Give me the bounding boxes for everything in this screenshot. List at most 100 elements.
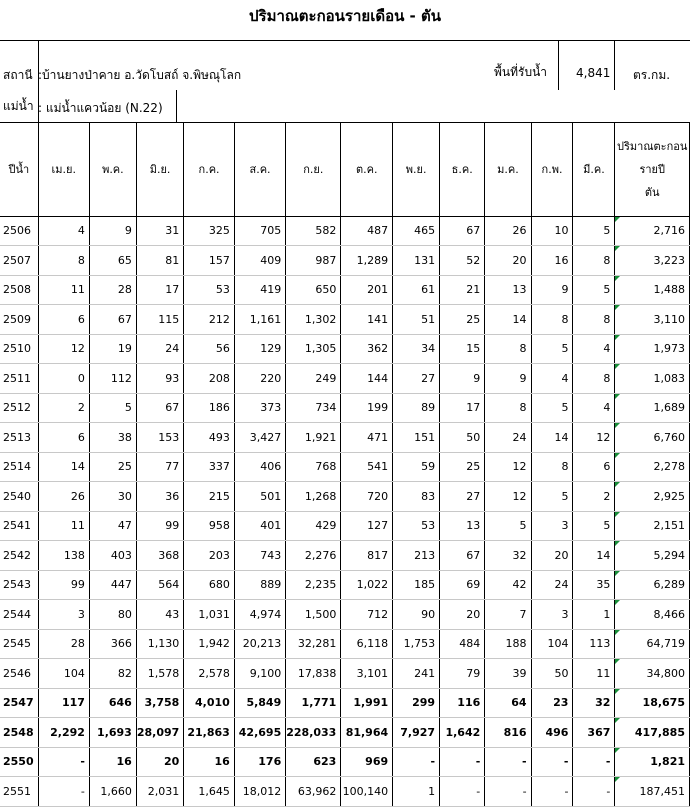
month-value-cell: 2,578 (183, 658, 235, 689)
month-value-cell: 471 (340, 422, 394, 453)
month-header: มี.ค. (572, 123, 616, 217)
month-value-cell: - (392, 747, 441, 777)
cell-note-marker-icon (615, 305, 621, 310)
month-value-cell: 104 (531, 629, 574, 659)
annual-total-cell: 2,151 (614, 511, 690, 541)
month-value-cell: 9 (439, 363, 486, 394)
year-cell: 2544 (0, 599, 39, 630)
month-value-cell: 2,292 (38, 717, 90, 748)
month-value-cell: 23 (531, 688, 574, 718)
month-value-cell: 564 (136, 570, 185, 600)
month-value-cell: 493 (183, 422, 235, 453)
month-value-cell: 6,118 (340, 629, 394, 659)
month-header: เม.ย. (38, 123, 90, 217)
month-value-cell: 203 (183, 540, 235, 571)
annual-total-cell: 1,973 (614, 334, 690, 364)
month-value-cell: 31 (136, 216, 185, 246)
cell-note-marker-icon (615, 541, 621, 546)
month-value-cell: 368 (136, 540, 185, 571)
year-cell: 2510 (0, 334, 39, 364)
month-value-cell: 14 (484, 304, 532, 335)
month-value-cell: 650 (285, 275, 342, 305)
year-cell: 2511 (0, 363, 39, 394)
month-value-cell: 32 (484, 540, 532, 571)
annual-total-cell: 417,885 (614, 717, 690, 748)
month-value-cell: 42,695 (234, 717, 287, 748)
cell-note-marker-icon (615, 393, 621, 399)
month-value-cell: 15 (439, 334, 486, 364)
month-value-cell: 35 (572, 570, 616, 600)
month-value-cell: 34 (392, 334, 441, 364)
month-value-cell: 32,281 (285, 629, 342, 659)
month-value-cell: 50 (531, 658, 574, 689)
month-value-cell: 8 (531, 452, 574, 482)
month-value-cell: 0 (38, 363, 90, 394)
month-value-cell: 3 (531, 599, 574, 630)
year-cell: 2551 (0, 776, 39, 807)
table-row: 2513 6 38 153 493 3,427 1,921 471 151 50 24 14 12 6,7… (0, 422, 690, 453)
month-value-cell: 487 (340, 216, 394, 246)
month-value-cell: 115 (136, 304, 185, 335)
month-value-cell: 64 (484, 688, 532, 718)
month-value-cell: 24 (531, 570, 574, 600)
month-value-cell: 56 (183, 334, 235, 364)
month-value-cell: 16 (89, 747, 137, 777)
month-value-cell: 6 (38, 422, 90, 453)
year-cell: 2547 (0, 688, 39, 718)
year-cell: 2548 (0, 717, 39, 748)
annual-header-line: ตัน (644, 185, 660, 199)
month-value-cell: 11 (38, 275, 90, 305)
month-value-cell: 9,100 (234, 658, 287, 689)
month-value-cell: 1,660 (89, 776, 137, 807)
month-value-cell: 11 (38, 511, 90, 541)
month-value-cell: 100,140 (340, 776, 394, 807)
month-value-cell: 14 (38, 452, 90, 482)
month-value-cell: 18,012 (234, 776, 287, 807)
month-value-cell: 157 (183, 245, 235, 276)
annual-total-value: 1,488 (653, 283, 686, 297)
month-value-cell: 59 (392, 452, 441, 482)
month-value-cell: 50 (439, 422, 486, 453)
month-value-cell: 3,758 (136, 688, 185, 718)
month-value-cell: 447 (89, 570, 137, 600)
annual-total-cell: 3,223 (614, 245, 690, 276)
table-row: 2545 28 366 1,130 1,942 20,213 32,281 6,118 1,75… (0, 629, 690, 659)
cell-note-marker-icon (615, 511, 621, 517)
month-value-cell: 9 (531, 275, 574, 305)
annual-total-cell: 1,083 (614, 363, 690, 394)
month-value-cell: 16 (183, 747, 235, 777)
month-header: ก.ค. (183, 123, 235, 217)
month-value-cell: 889 (234, 570, 287, 600)
month-value-cell: 39 (484, 658, 532, 689)
station-label: สถานี (3, 68, 33, 82)
month-value-cell: 199 (340, 393, 394, 423)
cell-note-marker-icon (615, 423, 621, 428)
month-value-cell: 1,302 (285, 304, 342, 335)
month-header: ธ.ค. (439, 123, 486, 217)
month-value-cell: - (484, 776, 532, 807)
month-value-cell: 14 (531, 422, 574, 453)
annual-total-value: 2,716 (653, 224, 686, 238)
month-value-cell: 8 (38, 245, 90, 276)
month-value-cell: 12 (484, 481, 532, 512)
annual-header-line: ปริมาณตะกอน (617, 139, 688, 153)
month-value-cell: 17,838 (285, 658, 342, 689)
month-value-cell: 403 (89, 540, 137, 571)
year-cell: 2508 (0, 275, 39, 305)
annual-total-value: 1,689 (653, 401, 686, 415)
month-value-cell: 51 (392, 304, 441, 335)
month-value-cell: 127 (340, 511, 394, 541)
table-row: 2546 104 82 1,578 2,578 9,100 17,838 3,101 241 79… (0, 658, 690, 689)
annual-total-value: 3,223 (653, 253, 686, 267)
annual-total-cell: 1,689 (614, 393, 690, 423)
month-value-cell: 83 (392, 481, 441, 512)
month-value-cell: 80 (89, 599, 137, 630)
month-value-cell: 43 (136, 599, 185, 630)
annual-total-cell: 2,278 (614, 452, 690, 482)
month-value-cell: 104 (38, 658, 90, 689)
month-value-cell: 5 (572, 216, 616, 246)
month-value-cell: 67 (136, 393, 185, 423)
month-value-cell: 299 (392, 688, 441, 718)
month-value-cell: 501 (234, 481, 287, 512)
month-value-cell: 131 (392, 245, 441, 276)
